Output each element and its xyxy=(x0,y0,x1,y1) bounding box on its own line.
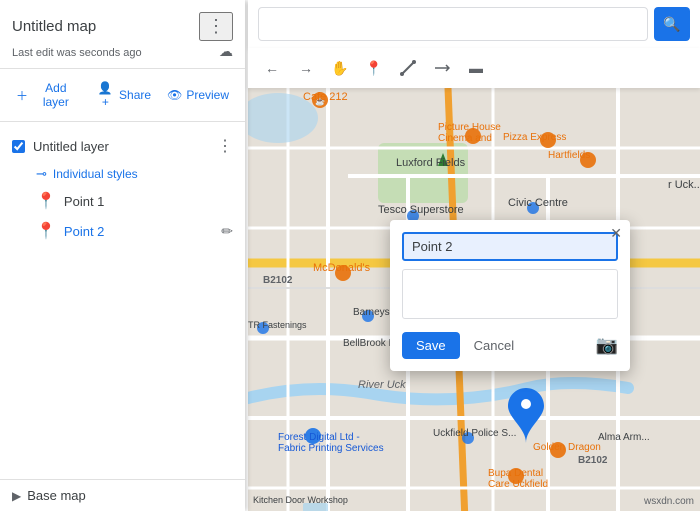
point-2-item[interactable]: 📍 Point 2 ✏ xyxy=(0,216,245,246)
point-title-input[interactable] xyxy=(402,232,618,261)
base-map-header[interactable]: ▶ Base map xyxy=(12,488,233,503)
dialog-buttons: Save Cancel xyxy=(402,332,524,359)
svg-text:Tesco Superstore: Tesco Superstore xyxy=(378,204,464,216)
svg-text:McDonald's: McDonald's xyxy=(313,262,371,274)
sidebar-actions: ＋ Add layer 👤+ Share 👁 Preview xyxy=(0,69,245,122)
search-input[interactable] xyxy=(258,7,648,41)
eye-icon: 👁 xyxy=(167,88,182,102)
point-pin-icon-1: 📍 xyxy=(36,191,56,211)
svg-text:B2102: B2102 xyxy=(263,275,293,286)
camera-button[interactable]: 📷 xyxy=(596,335,618,356)
camera-icon: 📷 xyxy=(596,335,618,355)
style-label: Individual styles xyxy=(53,167,138,181)
untitled-layer-section: Untitled layer ⋮ ⊸ Individual styles 📍 P… xyxy=(0,126,245,250)
measure-button[interactable] xyxy=(426,52,458,84)
add-icon: ＋ xyxy=(16,87,28,104)
point-2-name: Point 2 xyxy=(64,224,221,239)
svg-text:Picture House: Picture House xyxy=(438,122,501,133)
sidebar-header: Untitled map ⋮ Last edit was seconds ago… xyxy=(0,0,245,69)
map-subtitle: Last edit was seconds ago xyxy=(12,47,142,59)
watermark: wsxdn.com xyxy=(644,496,694,507)
svg-text:Kitchen Door Workshop: Kitchen Door Workshop xyxy=(253,495,348,505)
ruler-button[interactable]: ▬ xyxy=(460,52,492,84)
svg-text:Hartfields: Hartfields xyxy=(548,150,590,161)
svg-text:Forest Digital Ltd -: Forest Digital Ltd - xyxy=(278,432,360,443)
point-1-name: Point 1 xyxy=(64,194,233,209)
base-map-section: ▶ Base map xyxy=(0,479,245,511)
share-icon: 👤+ xyxy=(96,81,115,109)
cancel-button[interactable]: Cancel xyxy=(464,332,524,359)
svg-text:Luxford Fields: Luxford Fields xyxy=(396,157,466,169)
base-map-label: Base map xyxy=(27,488,86,503)
svg-text:Uckfield Police S...: Uckfield Police S... xyxy=(433,428,516,439)
edit-point-dialog: ✕ Save Cancel 📷 xyxy=(390,220,630,371)
dialog-close-button[interactable]: ✕ xyxy=(610,226,622,240)
layer-options-button[interactable]: ⋮ xyxy=(217,136,233,156)
search-button[interactable]: 🔍 xyxy=(654,7,690,41)
cloud-icon: ☁ xyxy=(219,43,233,60)
save-button[interactable]: Save xyxy=(402,332,460,359)
search-icon: 🔍 xyxy=(663,16,680,33)
layer-header[interactable]: Untitled layer ⋮ xyxy=(0,130,245,162)
preview-label: Preview xyxy=(186,88,229,102)
svg-text:Alma Arm...: Alma Arm... xyxy=(598,432,650,443)
layers-panel: Untitled layer ⋮ ⊸ Individual styles 📍 P… xyxy=(0,122,245,479)
svg-text:r Uck...: r Uck... xyxy=(668,179,700,191)
layer-name: Untitled layer xyxy=(33,139,217,154)
preview-button[interactable]: 👁 Preview xyxy=(159,84,237,106)
point-1-item[interactable]: 📍 Point 1 xyxy=(0,186,245,216)
point-description-input[interactable] xyxy=(402,269,618,319)
draw-line-button[interactable] xyxy=(392,52,424,84)
svg-text:Pizza Express: Pizza Express xyxy=(503,132,566,143)
share-label: Share xyxy=(119,88,151,102)
svg-text:Bupa Dental: Bupa Dental xyxy=(488,468,543,479)
svg-text:TR Fastenings: TR Fastenings xyxy=(248,320,307,330)
top-toolbar: 🔍 xyxy=(248,0,700,48)
point-pin-icon-2: 📍 xyxy=(36,221,56,241)
share-button[interactable]: 👤+ Share xyxy=(88,77,159,113)
undo-button[interactable]: ← xyxy=(256,52,288,84)
map-tools-bar: ← → ✋ 📍 ▬ xyxy=(248,48,700,88)
svg-text:Care Uckfield: Care Uckfield xyxy=(488,479,548,490)
sidebar: Untitled map ⋮ Last edit was seconds ago… xyxy=(0,0,245,511)
svg-text:River Uck: River Uck xyxy=(358,379,406,391)
map-options-button[interactable]: ⋮ xyxy=(199,12,233,41)
point-edit-icon: ✏ xyxy=(221,223,233,240)
svg-text:Cafe 212: Cafe 212 xyxy=(303,91,348,103)
map-title: Untitled map xyxy=(12,18,96,35)
svg-text:Cinema and: Cinema and xyxy=(438,133,492,144)
layer-checkbox[interactable] xyxy=(12,140,25,153)
redo-button[interactable]: → xyxy=(290,52,322,84)
layer-style-row[interactable]: ⊸ Individual styles xyxy=(0,162,245,186)
svg-text:B2102: B2102 xyxy=(578,455,608,466)
chevron-right-icon: ▶ xyxy=(12,489,21,503)
add-layer-button[interactable]: ＋ Add layer xyxy=(8,77,88,113)
pin-tool-button[interactable]: 📍 xyxy=(358,52,390,84)
svg-text:Fabric Printing Services: Fabric Printing Services xyxy=(278,443,384,454)
dialog-actions: Save Cancel 📷 xyxy=(402,332,618,359)
add-layer-label: Add layer xyxy=(32,81,80,109)
hand-tool-button[interactable]: ✋ xyxy=(324,52,356,84)
style-icon: ⊸ xyxy=(36,166,47,182)
svg-text:Golden Dragon: Golden Dragon xyxy=(533,442,601,453)
svg-text:Civic Centre: Civic Centre xyxy=(508,197,568,209)
